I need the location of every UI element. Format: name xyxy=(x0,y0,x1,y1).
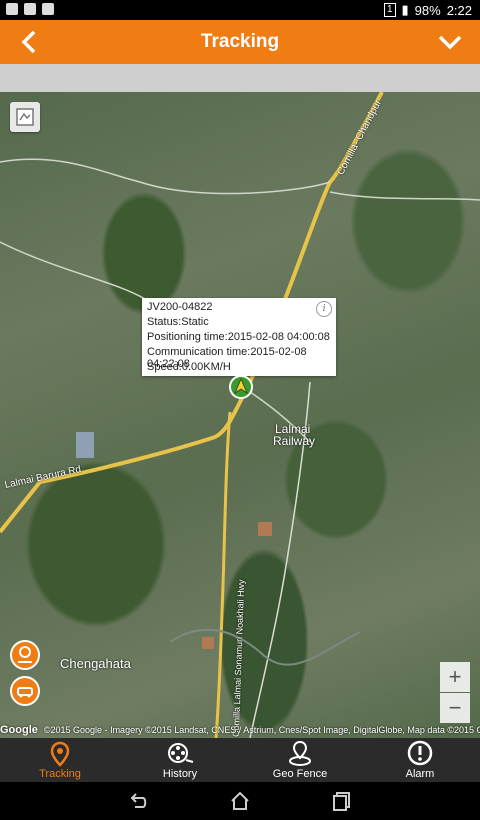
place-label-railway: Railway xyxy=(273,434,316,448)
attribution-text: ©2015 Google - Imagery ©2015 Landsat, CN… xyxy=(43,725,480,735)
zoom-out-button[interactable]: − xyxy=(440,693,470,723)
system-nav-bar xyxy=(0,782,480,820)
sim-indicator: 1 xyxy=(383,3,396,17)
clock: 2:22 xyxy=(446,2,472,18)
tab-tracking[interactable]: Tracking xyxy=(0,738,120,782)
map-attribution: Google ©2015 Google - Imagery ©2015 Lands… xyxy=(0,724,480,736)
map-layers-icon xyxy=(16,108,34,126)
info-icon[interactable]: i xyxy=(316,301,332,317)
tab-label-geo-fence: Geo Fence xyxy=(272,768,328,780)
place-label-chengahata: Chengahata xyxy=(60,656,131,671)
device-id: JV200-04822 xyxy=(147,301,213,313)
battery-level: 98% xyxy=(414,2,441,18)
locate-icon xyxy=(18,646,32,663)
tab-history[interactable]: History xyxy=(120,738,240,782)
status-bar: 1 ▮ 98% 2:22 xyxy=(0,0,480,20)
chevron-down-icon[interactable] xyxy=(434,26,466,58)
app-header: Tracking xyxy=(0,20,480,64)
google-logo: Google xyxy=(0,724,38,736)
map-view[interactable]: Comilla- Chandpur Lalmai Barura Rd Comil… xyxy=(0,92,480,738)
tab-label-alarm: Alarm xyxy=(405,768,435,780)
locate-device-button[interactable] xyxy=(10,640,40,670)
bottom-tab-bar: Tracking History Geo Fence Alarm xyxy=(0,738,480,782)
device-info-window[interactable]: JV200-04822 Status:Static Positioning ti… xyxy=(142,298,336,376)
location-pin-icon xyxy=(50,741,70,767)
recent-apps-icon[interactable] xyxy=(331,790,353,812)
zoom-in-button[interactable]: + xyxy=(440,662,470,692)
device-status: Status:Static xyxy=(147,316,209,328)
vehicle-marker-icon[interactable] xyxy=(228,374,254,400)
map-layers-button[interactable] xyxy=(10,102,40,132)
tab-label-history: History xyxy=(162,768,198,780)
home-icon[interactable] xyxy=(229,790,251,812)
map-top-bar xyxy=(0,64,480,92)
back-icon[interactable] xyxy=(127,790,149,812)
tab-label-tracking: Tracking xyxy=(39,768,81,780)
tab-alarm[interactable]: Alarm xyxy=(360,738,480,782)
alert-icon xyxy=(407,740,433,766)
device-speed: Speed:0.00KM/H xyxy=(147,361,231,373)
notification-icon xyxy=(6,3,18,15)
car-location-button[interactable] xyxy=(10,676,40,706)
film-reel-icon xyxy=(168,743,194,763)
page-title: Tracking xyxy=(200,31,280,52)
image-icon xyxy=(24,3,36,15)
positioning-time: Positioning time:2015-02-08 04:00:08 xyxy=(147,331,330,343)
signal-icon: ▮ xyxy=(401,2,409,17)
car-icon xyxy=(17,687,33,698)
tab-geo-fence[interactable]: Geo Fence xyxy=(240,738,360,782)
geofence-pin-icon xyxy=(289,740,311,766)
sim-card-icon xyxy=(42,3,54,15)
